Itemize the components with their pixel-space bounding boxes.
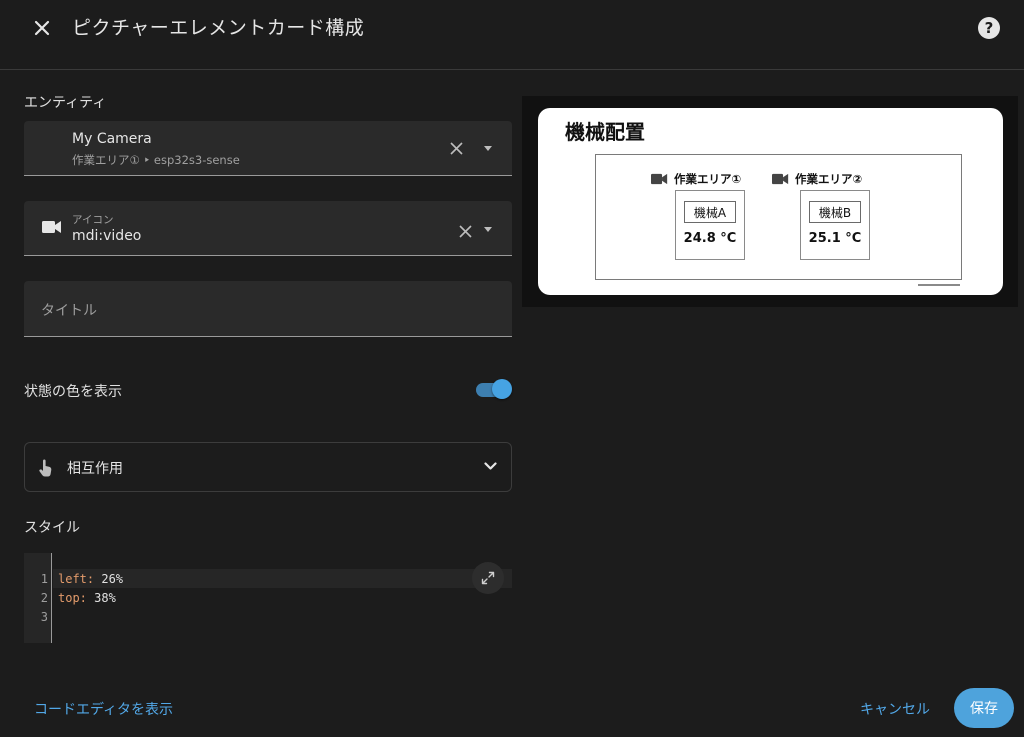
code-line: left: 26% [58, 572, 123, 586]
close-icon [34, 20, 50, 36]
machine-box: 機械B 25.1 °C [800, 190, 870, 260]
card-preview: 機械配置 作業エリア① 作業エリア② 機械A 24.8 °C 機械B 25.1 … [522, 96, 1018, 307]
show-code-editor-button[interactable]: コードエディタを表示 [34, 699, 173, 719]
style-label: スタイル [24, 520, 80, 536]
state-color-label: 状態の色を表示 [24, 384, 122, 400]
icon-dropdown-arrow-icon[interactable] [484, 227, 492, 232]
entity-label: エンティティ [24, 95, 107, 111]
help-button[interactable]: ? [978, 17, 1000, 39]
icon-field-value: mdi:video [72, 228, 142, 244]
icon-field-label: アイコン [72, 214, 114, 226]
interaction-label: 相互作用 [67, 461, 123, 477]
machine-temperature: 24.8 °C [683, 231, 737, 246]
code-value: 38% [86, 591, 116, 605]
gesture-tap-icon [39, 459, 52, 477]
machine-temperature: 25.1 °C [808, 231, 862, 246]
line-number-gutter: 1 2 3 [24, 553, 52, 643]
preview-card: 機械配置 作業エリア① 作業エリア② 機械A 24.8 °C 機械B 25.1 … [538, 108, 1003, 295]
area-label: 作業エリア② [772, 171, 862, 187]
dialog-title: ピクチャーエレメントカード構成 [72, 17, 365, 39]
cancel-button[interactable]: キャンセル [860, 699, 930, 719]
icon-clear-button[interactable] [454, 220, 476, 242]
entity-picker[interactable]: My Camera 作業エリア① ‣ esp32s3-sense [24, 121, 512, 176]
entity-name: My Camera [72, 131, 152, 147]
video-icon [42, 221, 61, 233]
area-label: 作業エリア① [651, 171, 741, 187]
code-value: 26% [94, 572, 124, 586]
fullscreen-button[interactable] [472, 562, 504, 594]
preview-picture: 作業エリア① 作業エリア② 機械A 24.8 °C 機械B 25.1 °C [595, 154, 962, 280]
area-name: 作業エリア② [795, 172, 863, 186]
code-key: left: [58, 572, 95, 586]
state-color-toggle[interactable] [476, 379, 512, 399]
video-icon [772, 173, 789, 185]
dialog-header: ピクチャーエレメントカード構成 ? [0, 0, 1024, 70]
code-line: top: 38% [58, 591, 116, 605]
expand-icon [481, 571, 495, 585]
clear-icon [449, 141, 463, 155]
help-icon: ? [984, 19, 994, 37]
entity-dropdown-arrow-icon[interactable] [484, 146, 492, 151]
machine-label: 機械B [809, 201, 861, 223]
title-placeholder: タイトル [41, 303, 97, 319]
title-input[interactable]: タイトル [24, 281, 512, 337]
close-button[interactable] [26, 12, 58, 44]
machine-box: 機械A 24.8 °C [675, 190, 745, 260]
area-name: 作業エリア① [674, 172, 742, 186]
style-code-editor[interactable]: 1 2 3 left: 26% top: 38% [24, 553, 512, 643]
code-key: top: [58, 591, 87, 605]
line-number: 2 [40, 591, 48, 605]
toggle-knob [492, 379, 512, 399]
chevron-down-icon [484, 462, 497, 470]
entity-path: 作業エリア① ‣ esp32s3-sense [72, 153, 240, 167]
preview-card-title: 機械配置 [565, 120, 645, 144]
clear-icon [458, 224, 472, 238]
icon-picker[interactable]: アイコン mdi:video [24, 201, 512, 256]
preview-scrollbar [918, 284, 960, 286]
entity-clear-button[interactable] [445, 137, 467, 159]
machine-label: 機械A [684, 201, 736, 223]
line-number: 3 [40, 610, 48, 624]
interaction-expander[interactable]: 相互作用 [24, 442, 512, 492]
line-number: 1 [40, 572, 48, 586]
video-icon [651, 173, 668, 185]
save-button[interactable]: 保存 [954, 688, 1014, 728]
